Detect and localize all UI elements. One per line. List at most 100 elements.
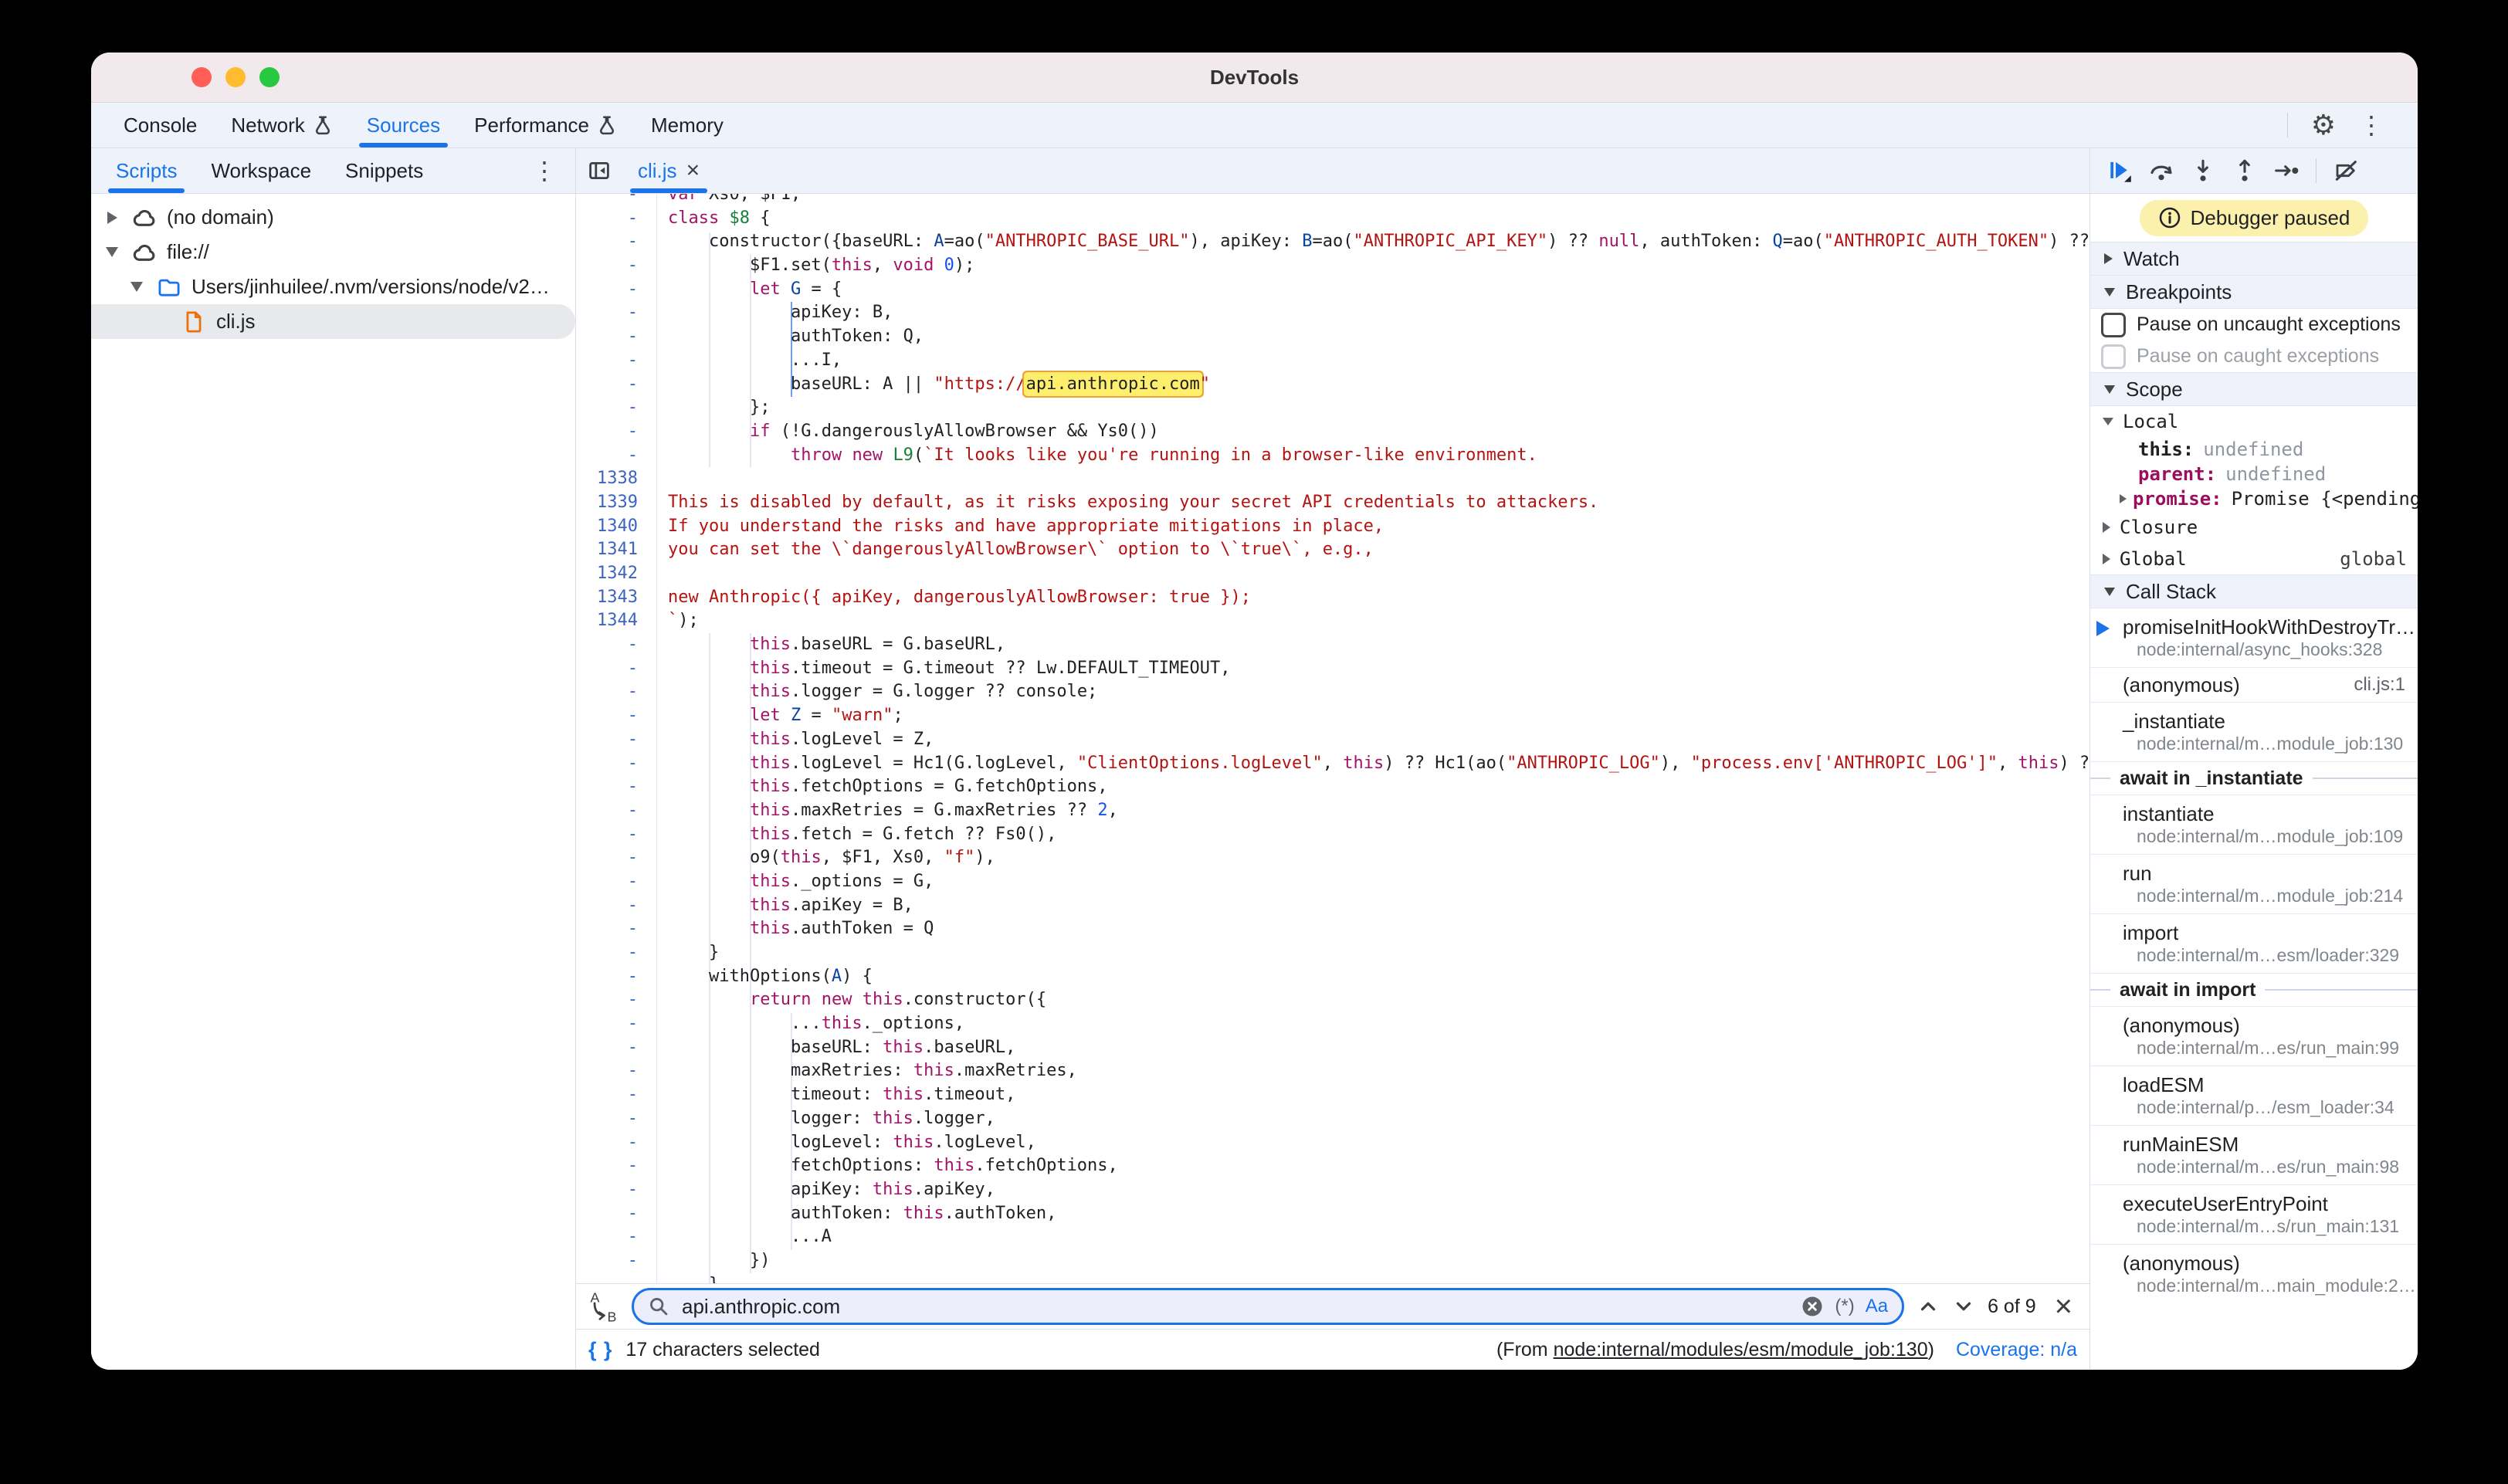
settings-gear-icon[interactable]: ⚙ [2311,111,2336,139]
search-input[interactable] [680,1294,1790,1320]
pause-uncaught-row[interactable]: Pause on uncaught exceptions [2090,309,2418,341]
editor-tab-clijs[interactable]: cli.js × [622,148,715,193]
line-number[interactable]: - [576,917,657,941]
line-number[interactable]: - [576,444,657,468]
section-callstack[interactable]: Call Stack [2090,574,2418,608]
navigator-more-icon[interactable]: ⋮ [532,158,557,183]
line-number[interactable]: - [576,1178,657,1202]
callstack-frame[interactable]: importnode:internal/m…esm/loader:329 [2090,913,2418,973]
line-number[interactable]: - [576,775,657,799]
pause-caught-checkbox[interactable] [2101,344,2126,369]
line-number[interactable]: - [576,396,657,420]
coverage-link[interactable]: Coverage: n/a [1956,1339,2077,1361]
callstack-frame[interactable]: promiseInitHookWithDestroyTr…node:intern… [2090,608,2418,667]
tab-network[interactable]: Network [214,103,349,147]
scope-closure-row[interactable]: Closure [2090,511,2418,543]
line-number[interactable]: - [576,965,657,989]
line-number[interactable]: 1344 [576,609,657,633]
line-number[interactable]: - [576,704,657,728]
line-number[interactable]: - [576,633,657,657]
line-number[interactable]: 1338 [576,467,657,491]
search-next-icon[interactable] [1952,1295,1975,1318]
scope-local-row[interactable]: Local [2090,406,2418,437]
line-number[interactable]: - [576,823,657,847]
chevron-right-icon[interactable] [102,212,122,224]
section-watch[interactable]: Watch [2090,242,2418,276]
resume-script-icon[interactable] [2107,158,2132,183]
section-scope[interactable]: Scope [2090,372,2418,406]
line-number[interactable]: - [576,846,657,870]
line-number[interactable]: - [576,1249,657,1273]
line-number[interactable]: - [576,373,657,397]
tree-item-file-[interactable]: file:// [91,235,575,269]
step-over-icon[interactable] [2149,158,2174,183]
scope-global-row[interactable]: Globalglobal [2090,543,2418,574]
line-number[interactable]: - [576,941,657,965]
scope-var-promise[interactable]: promise: Promise {<pending>} [2090,486,2418,511]
line-number[interactable]: - [576,207,657,231]
close-tab-icon[interactable]: × [686,158,700,184]
tab-performance[interactable]: Performance [457,103,634,147]
step-icon[interactable] [2274,158,2299,183]
line-number[interactable]: - [576,278,657,302]
callstack-frame[interactable]: instantiatenode:internal/m…module_job:10… [2090,795,2418,854]
scope-var-this[interactable]: this: undefined [2090,437,2418,462]
callstack-frame[interactable]: (anonymous)node:internal/m…es/run_main:9… [2090,1006,2418,1066]
line-number[interactable]: - [576,728,657,752]
line-number[interactable]: - [576,1083,657,1107]
line-number[interactable]: - [576,1131,657,1155]
tree-item-cli-js[interactable]: cli.js [91,304,575,339]
callstack-frame[interactable]: executeUserEntryPointnode:internal/m…s/r… [2090,1184,2418,1244]
deactivate-breakpoints-icon[interactable] [2333,158,2360,183]
line-number[interactable]: - [576,325,657,349]
tree-item--no-domain-[interactable]: (no domain) [91,200,575,235]
line-number[interactable]: - [576,420,657,444]
callstack-frame[interactable]: runnode:internal/m…module_job:214 [2090,854,2418,913]
line-number[interactable]: - [576,657,657,681]
callstack-frame[interactable]: (anonymous)cli.js:1 [2090,667,2418,702]
pause-uncaught-checkbox[interactable] [2101,313,2126,337]
step-out-icon[interactable] [2232,158,2257,183]
regex-toggle[interactable]: (*) [1835,1296,1854,1317]
step-into-icon[interactable] [2191,158,2215,183]
line-number[interactable]: - [576,194,657,207]
callstack-frame[interactable]: _instantiatenode:internal/m…module_job:1… [2090,702,2418,761]
code-editor[interactable]: -var Xs0, $F1;-class $8 {- constructor({… [576,194,2089,1283]
line-number[interactable]: 1343 [576,586,657,610]
line-number[interactable]: - [576,1273,657,1283]
line-number[interactable]: - [576,1059,657,1083]
line-number[interactable]: 1340 [576,515,657,539]
collapse-sidebar-icon[interactable] [587,159,612,182]
line-number[interactable]: - [576,230,657,254]
line-number[interactable]: - [576,301,657,325]
tab-sources[interactable]: Sources [350,103,457,147]
line-number[interactable]: - [576,799,657,823]
chevron-down-icon[interactable] [127,282,147,292]
tab-memory[interactable]: Memory [634,103,741,147]
line-number[interactable]: - [576,988,657,1012]
pretty-print-icon[interactable]: { } [588,1338,613,1362]
line-number[interactable]: 1341 [576,538,657,562]
pause-caught-row[interactable]: Pause on caught exceptions [2090,341,2418,372]
line-number[interactable]: - [576,894,657,918]
search-ab-icon[interactable]: AB [587,1289,619,1323]
more-options-icon[interactable]: ⋮ [2359,113,2384,137]
clear-search-icon[interactable] [1801,1295,1824,1318]
tree-item-users-jinhuilee-nvm-versions-node-v2-[interactable]: Users/jinhuilee/.nvm/versions/node/v2… [91,269,575,304]
line-number[interactable]: - [576,752,657,776]
from-source-link[interactable]: node:internal/modules/esm/module_job:130 [1554,1339,1928,1360]
line-number[interactable]: - [576,1225,657,1249]
line-number[interactable]: - [576,1036,657,1060]
line-number[interactable]: - [576,870,657,894]
callstack-frame[interactable]: (anonymous)node:internal/m…main_module:2… [2090,1244,2418,1303]
line-number[interactable]: - [576,349,657,373]
line-number[interactable]: - [576,254,657,278]
line-number[interactable]: - [576,1107,657,1131]
close-search-icon[interactable]: × [2049,1291,2079,1322]
navigator-tab-scripts[interactable]: Scripts [99,148,194,193]
line-number[interactable]: - [576,1202,657,1226]
chevron-down-icon[interactable] [102,247,122,257]
line-number[interactable]: - [576,680,657,704]
line-number[interactable]: 1342 [576,562,657,586]
callstack-frame[interactable]: runMainESMnode:internal/m…es/run_main:98 [2090,1125,2418,1184]
